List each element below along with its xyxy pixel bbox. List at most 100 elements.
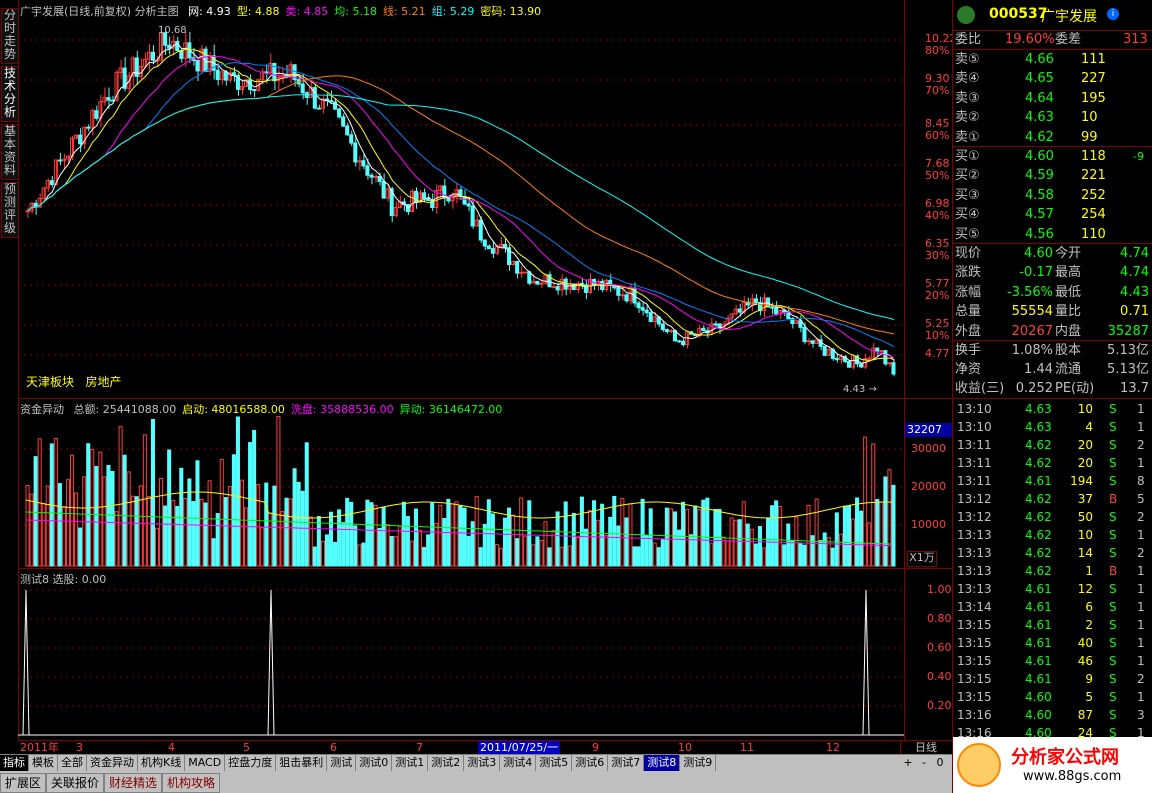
tab-10[interactable]: 测试1 [392, 755, 429, 771]
tab-7[interactable]: 狙击暴利 [276, 755, 328, 771]
tab-fundamentals-label: 基本资料 [3, 124, 16, 177]
tab-1[interactable]: 模板 [29, 755, 58, 771]
candle-body [867, 357, 872, 360]
status-finance-news[interactable]: 财经精选 [104, 773, 163, 793]
tab-13[interactable]: 测试4 [500, 755, 537, 771]
ma-value-value: 5.18 [348, 5, 377, 18]
ask-row: 卖① 4.62 99 [953, 129, 1152, 147]
tab-11[interactable]: 测试2 [428, 755, 465, 771]
tab-technical[interactable]: 技术分析 [1, 66, 19, 122]
tick-count: 3 [1137, 708, 1145, 722]
volume-bar [757, 526, 762, 567]
tick-direction: S [1109, 654, 1117, 668]
volume-bar [45, 485, 50, 567]
stock-code: 000537 [989, 6, 1048, 22]
tab-3[interactable]: 资金异动 [87, 755, 138, 771]
flower-logo-icon [957, 743, 1001, 787]
status-related-quote[interactable]: 关联报价 [46, 773, 105, 793]
tick-price: 4.61 [1025, 600, 1052, 614]
volume-bar [454, 501, 459, 567]
pct-tick: 40% [925, 209, 950, 222]
volume-bar [361, 542, 366, 567]
candle-body [373, 175, 378, 178]
volume-bar [616, 525, 621, 567]
volume-bar [555, 511, 560, 567]
volume-bar [842, 505, 847, 567]
zoom-reset-button[interactable]: 0 [932, 755, 948, 771]
status-expand[interactable]: 扩展区 [0, 773, 47, 793]
volume-bar [660, 539, 665, 567]
candle-body [361, 160, 366, 167]
date-label: 6 [330, 741, 337, 754]
pct-tick: 60% [925, 129, 950, 142]
chart-area[interactable]: 10.68 4.43 → 广宇发展(日线,前复权) 分析主图 网: 4.93 型: … [18, 0, 904, 740]
tab-4[interactable]: 机构K线 [138, 755, 186, 771]
volume-bar [114, 511, 119, 567]
tick-volume: 194 [1070, 474, 1093, 488]
zoom-in-button[interactable]: + [900, 755, 916, 771]
candle-body [515, 260, 520, 274]
volume-bar [507, 507, 512, 567]
volume-bar [859, 510, 864, 567]
volume-bar [701, 499, 706, 567]
candle-body [490, 248, 495, 254]
tab-17[interactable]: 测试8 [644, 755, 681, 771]
tab-15[interactable]: 测试6 [572, 755, 609, 771]
candle-body [834, 357, 839, 361]
ma-value-6: 密码: 13.90 [480, 5, 541, 18]
tab-9[interactable]: 测试0 [356, 755, 393, 771]
tab-6[interactable]: 控盘力度 [225, 755, 277, 771]
tab-14[interactable]: 测试5 [536, 755, 573, 771]
tab-16[interactable]: 测试7 [608, 755, 645, 771]
tab-8[interactable]: 测试 [327, 755, 357, 771]
low-annotation: 4.43 → [843, 384, 877, 395]
ma-value-label: 型: [236, 5, 252, 18]
tab-intraday[interactable]: 分时走势 [1, 8, 19, 64]
fund-label: 换手 [955, 343, 982, 358]
candle-body [535, 280, 540, 285]
status-institution[interactable]: 机构攻略 [162, 773, 221, 793]
volume-bar [264, 482, 269, 567]
ask-volume: 195 [1081, 90, 1106, 106]
tick-volume: 20 [1077, 438, 1093, 452]
tick-time: 13:15 [957, 636, 992, 650]
tab-fundamentals[interactable]: 基本资料 [1, 124, 19, 180]
zoom-out-button[interactable]: - [916, 755, 932, 771]
volume-bar [146, 496, 151, 567]
quote-panel: 000537 广宇发展 i 委比 19.60% 委差 313 卖⑤ 4.66 111 卖④ 4… [952, 0, 1152, 793]
period-label[interactable]: 日线 [900, 741, 951, 755]
volume-bar [276, 415, 281, 567]
volume-bar [729, 517, 734, 567]
chart-canvas[interactable]: 10.68 4.43 → [18, 0, 904, 740]
candle-body [681, 340, 686, 346]
tab-0[interactable]: 指标 [0, 755, 29, 771]
indicator-label: 选股: [52, 573, 79, 586]
tab-5[interactable]: MACD [185, 755, 226, 771]
candle-body [891, 362, 896, 375]
date-label: 5 [243, 741, 250, 754]
tab-12[interactable]: 测试3 [464, 755, 501, 771]
volume-bar [53, 437, 58, 567]
tab-2[interactable]: 全部 [58, 755, 87, 771]
bid-row: 买① 4.60 118 -9 [953, 148, 1152, 166]
pct-tick: 30% [925, 249, 950, 262]
volume-bar [502, 517, 508, 567]
info-icon[interactable]: i [1107, 8, 1119, 20]
price-axis: 10.22 80% 9.30 70% 8.45 60% 7.68 50% 6.98 40% 6.35… [904, 0, 957, 740]
tick-count: 5 [1137, 492, 1145, 506]
ask-price: 4.62 [1025, 129, 1054, 145]
tick-row: 13:10 4.63 10 S 1 [953, 400, 1152, 418]
date-axis[interactable]: 2011年 3 4 5 6 7 2011/07/25/一 9 10 11 12 日线 [18, 740, 952, 755]
bid-price: 4.60 [1025, 149, 1054, 164]
volume-bar [462, 507, 467, 567]
volume-bar [596, 519, 601, 567]
candle-body [701, 327, 706, 332]
tick-direction: S [1109, 672, 1117, 686]
tab-rating[interactable]: 预测评级 [1, 182, 19, 238]
flow-value-value: 36146472.00 [425, 403, 503, 416]
tick-count: 1 [1137, 582, 1145, 596]
candle-body [640, 307, 645, 311]
indicator-tick: 0.60 [927, 641, 952, 654]
tab-18[interactable]: 测试9 [680, 755, 717, 771]
date-label: 11 [740, 741, 754, 754]
